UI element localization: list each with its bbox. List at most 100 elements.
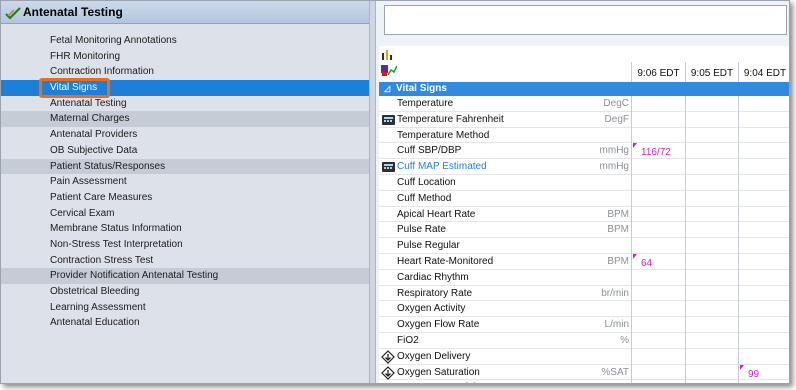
flowsheet-row[interactable]: Temperature Method xyxy=(379,127,789,144)
band-navigator: Antenatal Testing Fetal Monitoring Annot… xyxy=(1,1,369,383)
nav-item-label: Non-Stress Test Interpretation xyxy=(50,238,183,250)
column-divider xyxy=(685,332,686,349)
flowsheet-row[interactable]: Cuff Location xyxy=(379,174,789,191)
column-divider xyxy=(738,127,739,144)
chart-columns-icon[interactable] xyxy=(381,50,395,60)
column-divider xyxy=(685,253,686,270)
nav-item-label: Pain Assessment xyxy=(50,176,127,188)
column-divider xyxy=(685,174,686,191)
flowsheet-row[interactable]: Oxygen Activity xyxy=(379,301,789,318)
collapse-triangle-icon[interactable]: ◿ xyxy=(384,82,390,96)
flowsheet-row[interactable]: Oxygen Flow Rate L/min xyxy=(379,317,789,334)
nav-item-label: Contraction Stress Test xyxy=(50,254,154,266)
column-divider xyxy=(738,190,739,207)
row-unit: BPM xyxy=(607,208,629,220)
nav-item[interactable]: Contraction Stress Test xyxy=(1,253,369,269)
column-divider xyxy=(738,159,739,176)
flowsheet-row[interactable]: Cuff Method xyxy=(379,190,789,207)
flowsheet-row[interactable]: Cardiac Rhythm xyxy=(379,269,789,286)
result-value[interactable]: 116/72 xyxy=(641,147,671,158)
section-header[interactable]: ◿ Vital Signs xyxy=(379,82,789,96)
flowsheet-row[interactable]: FiO2% xyxy=(379,332,789,349)
nav-item[interactable]: Cervical Exam xyxy=(1,206,369,222)
flowsheet-row[interactable]: Heart Rate-Monitored BPM 64 xyxy=(379,253,789,270)
nav-item-label: Cervical Exam xyxy=(50,207,115,219)
flowsheet-row[interactable]: Oxygen Sat Activity xyxy=(379,380,789,383)
column-divider xyxy=(631,332,632,349)
nav-item[interactable]: Antenatal Testing xyxy=(1,96,369,112)
column-divider xyxy=(685,364,686,381)
nav-item-label: Antenatal Education xyxy=(50,317,140,329)
result-flag-icon xyxy=(633,253,637,259)
column-header[interactable]: 9:06 EDT xyxy=(631,62,685,82)
nav-item[interactable]: FHR Monitoring xyxy=(1,49,369,65)
row-label: Cuff MAP Estimated xyxy=(397,161,487,173)
iview-window: Antenatal Testing Fetal Monitoring Annot… xyxy=(0,0,790,384)
result-value[interactable]: 64 xyxy=(641,258,652,269)
flowsheet-row[interactable]: Temperature Fahrenheit DegF xyxy=(379,111,789,128)
section-label: Vital Signs xyxy=(396,83,447,94)
column-divider xyxy=(685,301,686,318)
calculator-icon xyxy=(382,114,395,125)
column-divider xyxy=(685,317,686,334)
column-divider xyxy=(685,238,686,255)
row-label: Oxygen Saturation xyxy=(397,366,480,378)
flowsheet-row[interactable]: Pulse Regular xyxy=(379,238,789,255)
row-unit: L/min xyxy=(604,319,629,331)
column-divider xyxy=(685,348,686,365)
flowsheet-row[interactable]: Cuff SBP/DBP mmHg 116/72 xyxy=(379,143,789,160)
column-divider xyxy=(631,96,632,112)
nav-item-label: Provider Notification Antenatal Testing xyxy=(50,270,219,282)
nav-item[interactable]: OB Subjective Data xyxy=(1,143,369,159)
column-header[interactable]: 9:05 EDT xyxy=(685,62,738,82)
nav-item[interactable]: Pain Assessment xyxy=(1,174,369,190)
nav-item[interactable]: Maternal Charges xyxy=(1,111,369,128)
column-divider xyxy=(738,143,739,160)
flowsheet-panel: 9:06 EDT 9:05 EDT 9:04 EDT ◿ Vital Signs… xyxy=(376,1,789,383)
nav-item[interactable]: Membrane Status Information xyxy=(1,221,369,237)
flowsheet-rows: Temperature DegC Temperature Fahrenheit Deg… xyxy=(379,96,789,383)
row-unit: DegC xyxy=(603,98,629,109)
comment-field[interactable] xyxy=(384,5,787,35)
band-title: Antenatal Testing xyxy=(23,5,123,19)
row-unit: %SAT xyxy=(601,366,629,378)
column-divider xyxy=(631,364,632,381)
nav-item[interactable]: Provider Notification Antenatal Testing xyxy=(1,268,369,284)
row-unit: BPM xyxy=(607,255,629,267)
flowsheet-row[interactable]: Oxygen Saturation %SAT 99 xyxy=(379,364,789,381)
nav-item[interactable]: Antenatal Providers xyxy=(1,127,369,143)
flowsheet-row[interactable]: Temperature DegC xyxy=(379,96,789,112)
panel-splitter[interactable] xyxy=(369,1,376,383)
nav-item-label: OB Subjective Data xyxy=(50,144,138,156)
flowsheet-row[interactable]: Cuff MAP Estimated mmHg xyxy=(379,159,789,176)
flowsheet-row[interactable]: Oxygen Delivery xyxy=(379,348,789,365)
nav-item[interactable]: Antenatal Education xyxy=(1,315,369,331)
column-divider xyxy=(631,238,632,255)
nav-item[interactable]: Patient Status/Responses xyxy=(1,158,369,175)
flowsheet-row[interactable]: Apical Heart Rate BPM xyxy=(379,206,789,223)
result-value[interactable]: 99 xyxy=(748,369,759,380)
nav-item[interactable]: Vital Signs xyxy=(1,78,369,99)
result-flag-icon xyxy=(740,364,744,370)
nav-item[interactable]: Patient Care Measures xyxy=(1,190,369,206)
row-unit: BPM xyxy=(607,224,629,236)
flowsheet-row[interactable]: Respiratory Rate br/min xyxy=(379,285,789,302)
column-divider xyxy=(738,222,739,239)
flowsheet-grid: 9:06 EDT 9:05 EDT 9:04 EDT ◿ Vital Signs… xyxy=(379,46,789,383)
calculator-icon xyxy=(382,162,395,173)
nav-item[interactable]: Fetal Monitoring Annotations xyxy=(1,33,369,49)
row-unit: br/min xyxy=(601,287,629,299)
column-header[interactable]: 9:04 EDT xyxy=(738,62,789,82)
column-divider xyxy=(631,269,632,286)
row-label: Respiratory Rate xyxy=(397,287,473,299)
section-list: Fetal Monitoring Annotations FHR Monitori… xyxy=(1,33,369,331)
graph-icon[interactable] xyxy=(381,63,397,77)
nav-item[interactable]: Non-Stress Test Interpretation xyxy=(1,237,369,253)
band-header[interactable]: Antenatal Testing xyxy=(1,1,369,24)
column-divider xyxy=(685,285,686,302)
flowsheet-row[interactable]: Pulse Rate BPM xyxy=(379,222,789,239)
row-label: Oxygen Flow Rate xyxy=(397,319,480,331)
nav-item[interactable]: Obstetrical Bleeding xyxy=(1,284,369,300)
row-unit: mmHg xyxy=(599,145,629,157)
nav-item[interactable]: Learning Assessment xyxy=(1,300,369,316)
